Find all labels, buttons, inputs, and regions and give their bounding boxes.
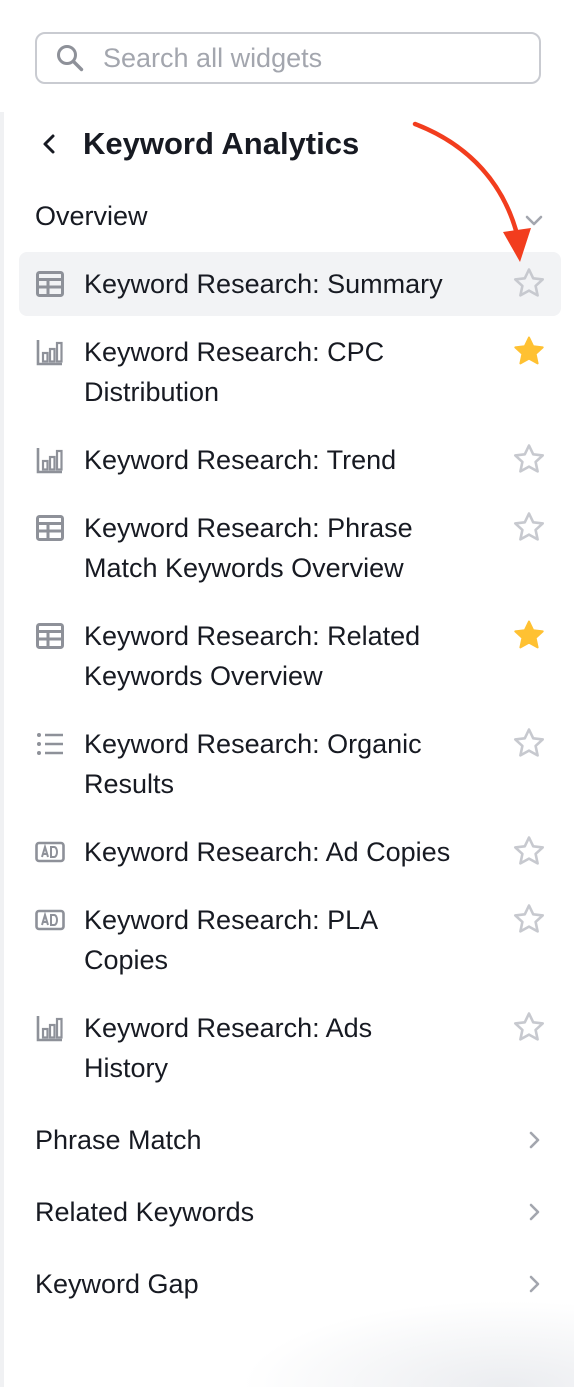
section-overview-label: Overview [35,200,148,231]
widget-list-item-label: Keyword Research: Related Keywords Overvi… [84,616,504,696]
widget-label-line-2: Copies [84,945,169,975]
panel-edge [0,112,4,1387]
section-related-keywords[interactable]: Related Keywords [35,1186,545,1238]
star-outline-icon[interactable] [513,903,545,935]
widget-label-line-1: Keyword Research: Ad Copies [84,837,451,867]
widget-label-line-1: Keyword Research: Summary [84,269,443,299]
bar-chart-icon [36,1016,63,1042]
widget-list-item-label: Keyword Research: PLA Copies [84,900,504,980]
widget-list-item-label: Keyword Research: Ads History [84,1008,504,1088]
chevron-down-icon [525,215,543,226]
widget-list-item[interactable]: Keyword Research: CPC Distribution [19,320,561,424]
widget-picker-panel: Keyword Analytics Overview Keyword Resea… [0,0,574,1387]
star-outline-icon[interactable] [513,511,545,543]
widget-list-item-label: Keyword Research: Summary [84,264,504,304]
widget-list-item-label: Keyword Research: Phrase Match Keywords O… [84,508,504,588]
search-icon [57,45,84,72]
star-filled-icon[interactable] [513,619,545,651]
widget-list-item-label: Keyword Research: Trend [84,440,504,480]
widget-label-line-1: Keyword Research: Related [84,621,421,651]
widget-label-line-2: Match Keywords Overview [84,553,404,583]
star-outline-icon[interactable] [513,835,545,867]
table-icon [36,515,64,541]
widget-list-item-label: Keyword Research: Ad Copies [84,832,504,872]
widget-label-line-1: Keyword Research: PLA [84,905,379,935]
widget-label-line-1: Keyword Research: Phrase [84,513,413,543]
section-related-keywords-label: Related Keywords [35,1196,255,1227]
widget-label-line-2: Distribution [84,377,220,407]
widget-list-item[interactable]: Keyword Research: Phrase Match Keywords O… [19,496,561,600]
widget-label-line-1: Keyword Research: Organic [84,729,422,759]
list-icon [37,733,63,755]
widget-list-item[interactable]: Keyword Research: PLA Copies [19,888,561,992]
widget-list-item-label: Keyword Research: CPC Distribution [84,332,504,412]
panel-header: Keyword Analytics [35,118,359,170]
widget-list-item[interactable]: Keyword Research: Summary [19,252,561,316]
bar-chart-icon [36,340,63,366]
section-keyword-gap[interactable]: Keyword Gap [35,1258,545,1310]
bar-chart-icon [36,448,63,474]
widget-list-item[interactable]: Keyword Research: Related Keywords Overvi… [19,604,561,708]
widget-label-line-1: Keyword Research: Ads [84,1013,373,1043]
ad-icon [35,909,65,931]
ad-icon [35,841,65,863]
widget-list-item[interactable]: Keyword Research: Ad Copies [19,820,561,884]
widget-label-line-1: Keyword Research: CPC [84,337,385,367]
star-outline-icon[interactable] [513,727,545,759]
search-box[interactable] [35,32,541,84]
section-overview[interactable]: Overview [35,190,545,242]
chevron-right-icon [529,1131,540,1149]
widget-list-item[interactable]: Keyword Research: Trend [19,428,561,492]
search-input[interactable] [103,42,523,74]
table-icon [36,623,64,649]
page-title: Keyword Analytics [83,126,360,161]
widget-list-item-label: Keyword Research: Organic Results [84,724,504,804]
chevron-right-icon [529,1203,540,1221]
widget-list-item[interactable]: Keyword Research: Ads History [19,996,561,1100]
chevron-right-icon [529,1275,540,1293]
section-phrase-match-label: Phrase Match [35,1124,202,1155]
section-phrase-match[interactable]: Phrase Match [35,1114,545,1166]
star-outline-icon[interactable] [513,1011,545,1043]
section-keyword-gap-label: Keyword Gap [35,1268,199,1299]
chevron-left-icon[interactable] [35,130,63,158]
widget-label-line-1: Keyword Research: Trend [84,445,397,475]
star-outline-icon[interactable] [513,443,545,475]
widget-label-line-2: History [84,1053,169,1083]
star-filled-icon[interactable] [513,335,545,367]
star-outline-icon[interactable] [513,267,545,299]
widget-label-line-2: Results [84,769,175,799]
widget-list-item[interactable]: Keyword Research: Organic Results [19,712,561,816]
bottom-shadow [240,1300,574,1387]
widget-label-line-2: Keywords Overview [84,661,323,691]
table-icon [36,271,64,297]
